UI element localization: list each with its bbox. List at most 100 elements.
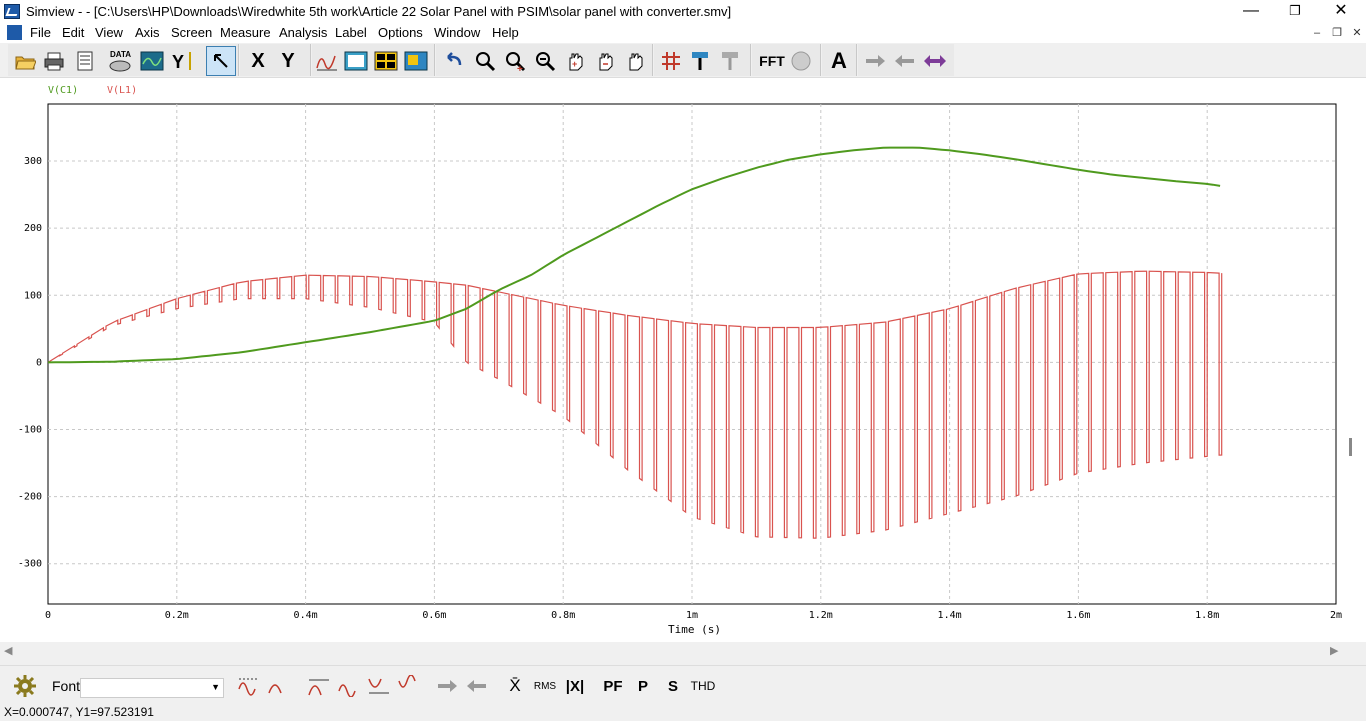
print-icon[interactable]: [41, 48, 67, 74]
restore-button[interactable]: ❐: [1272, 0, 1318, 24]
x-tick-label: 1m: [686, 610, 698, 621]
toolbar-group-zoom: + +: [436, 44, 653, 76]
y-tick-label: 200: [24, 223, 42, 234]
x-axis-button[interactable]: X: [245, 48, 271, 74]
y-axis-button[interactable]: Y: [275, 48, 301, 74]
y-tick-label: -100: [18, 425, 42, 436]
pan-hand-icon[interactable]: [622, 48, 648, 74]
grid-icon[interactable]: [658, 48, 684, 74]
plot-svg[interactable]: 300 200 100 0 -100 -200 -300 0 0.2m 0.4m 0.6m 0.8m 1…: [0, 78, 1366, 642]
settings-gear-icon[interactable]: [12, 674, 38, 698]
data-disk-icon[interactable]: DATA: [107, 48, 133, 74]
x-tick-label: 0.6m: [422, 610, 446, 621]
font-label: Font: [52, 678, 81, 694]
title-bar: Simview - - [C:\Users\HP\Downloads\Wired…: [0, 0, 1366, 24]
minimize-button[interactable]: —: [1228, 0, 1274, 24]
menu-axis[interactable]: Axis: [135, 25, 160, 40]
x-tick-label: 0.4m: [294, 610, 318, 621]
menu-analysis[interactable]: Analysis: [279, 25, 327, 40]
x-tick-label: 2m: [1330, 610, 1342, 621]
horizontal-scrollbar[interactable]: ◀ ▶: [0, 642, 1366, 659]
fft-button[interactable]: FFT: [756, 48, 788, 74]
simview-app-icon: [4, 4, 20, 19]
next-valley-icon[interactable]: [366, 674, 394, 698]
prev-peak-icon[interactable]: [336, 674, 364, 698]
mdi-restore-button[interactable]: ❐: [1328, 26, 1346, 41]
oscilloscope-icon[interactable]: [139, 48, 165, 74]
arrow-left-icon: [892, 48, 918, 74]
notes-icon[interactable]: [72, 48, 98, 74]
apparent-power-button[interactable]: S: [662, 674, 684, 698]
open-folder-icon[interactable]: [12, 48, 38, 74]
y-tick-label: 0: [36, 357, 42, 368]
hand-zoom-in-icon[interactable]: +: [562, 48, 588, 74]
toolbar-group-measure: [654, 44, 751, 76]
y-tick-label: 100: [24, 290, 42, 301]
svg-text:+: +: [572, 59, 577, 69]
x-tick-label: 1.4m: [938, 610, 962, 621]
prev-valley-icon[interactable]: [396, 674, 424, 698]
power-factor-button[interactable]: PF: [600, 674, 626, 698]
main-toolbar: DATA Y X Y + + FFT A: [0, 43, 1366, 78]
toolbar-group-fft: FFT: [752, 44, 821, 76]
chevron-down-icon[interactable]: ▼: [211, 682, 220, 692]
real-power-button[interactable]: P: [632, 674, 654, 698]
x-tick-label: 1.8m: [1195, 610, 1219, 621]
status-bar: X=0.000747, Y1=97.523191: [0, 703, 1366, 721]
hand-zoom-out-icon[interactable]: [592, 48, 618, 74]
menu-file[interactable]: File: [30, 25, 51, 40]
max-peak-icon[interactable]: [266, 674, 294, 698]
vertical-scroll-thumb[interactable]: [1349, 438, 1352, 456]
scroll-left-icon[interactable]: ◀: [4, 644, 12, 657]
x-tick-label: 0.2m: [165, 610, 189, 621]
split-screen-icon[interactable]: [373, 48, 399, 74]
svg-text:DATA: DATA: [110, 50, 131, 59]
toolbar-group-text: A: [822, 44, 857, 76]
x-tick-label: 0.8m: [551, 610, 575, 621]
y-tick-label: -200: [18, 492, 42, 503]
menu-measure[interactable]: Measure: [220, 25, 271, 40]
y-tick-label: -300: [18, 559, 42, 570]
menu-label[interactable]: Label: [335, 25, 367, 40]
double-arrow-icon[interactable]: [922, 48, 948, 74]
mdi-minimize-button[interactable]: –: [1308, 26, 1326, 41]
rms-button[interactable]: RMS: [530, 674, 560, 698]
svg-text:Y: Y: [172, 52, 184, 72]
document-icon[interactable]: [7, 25, 22, 40]
undo-zoom-icon[interactable]: [442, 48, 468, 74]
toolbar-group-file: DATA Y: [8, 44, 239, 76]
scroll-right-icon[interactable]: ▶: [1330, 644, 1338, 657]
display-settings-icon[interactable]: [403, 48, 429, 74]
x-tick-label: 1.2m: [809, 610, 833, 621]
menu-help[interactable]: Help: [492, 25, 519, 40]
screen-layout-icon[interactable]: [343, 48, 369, 74]
waveform-add-icon[interactable]: [314, 48, 340, 74]
x-tick-label: 0: [45, 610, 51, 621]
y-axis-icon[interactable]: Y: [170, 48, 196, 74]
min-peak-icon[interactable]: [236, 674, 264, 698]
arrow-left-icon: [464, 674, 490, 698]
menu-window[interactable]: Window: [434, 25, 480, 40]
graph-area[interactable]: V(C1) V(L1) 300 200 100 0 -100 -200 -300 0 0.2m 0…: [0, 78, 1366, 642]
x-tick-label: 1.6m: [1066, 610, 1090, 621]
measure-probe-icon[interactable]: [688, 48, 714, 74]
menu-edit[interactable]: Edit: [62, 25, 84, 40]
mean-button[interactable]: X̄: [504, 674, 526, 698]
zoom-in-icon[interactable]: +: [502, 48, 528, 74]
zoom-icon[interactable]: [472, 48, 498, 74]
cursor-readout: X=0.000747, Y1=97.523191: [4, 705, 154, 719]
menu-options[interactable]: Options: [378, 25, 423, 40]
toolbar-group-axes: X Y: [240, 44, 311, 76]
thd-button[interactable]: THD: [688, 674, 718, 698]
menu-screen[interactable]: Screen: [171, 25, 212, 40]
text-label-button[interactable]: A: [826, 48, 852, 74]
measure-probe-disabled-icon: [718, 48, 744, 74]
abs-mean-button[interactable]: |X|: [562, 674, 588, 698]
zoom-out-icon[interactable]: [532, 48, 558, 74]
close-button[interactable]: ✕: [1318, 0, 1364, 24]
select-cursor-icon[interactable]: [206, 46, 236, 76]
font-select[interactable]: ▼: [80, 678, 224, 698]
next-peak-icon[interactable]: [306, 674, 334, 698]
mdi-close-button[interactable]: ✕: [1348, 26, 1366, 41]
menu-view[interactable]: View: [95, 25, 123, 40]
